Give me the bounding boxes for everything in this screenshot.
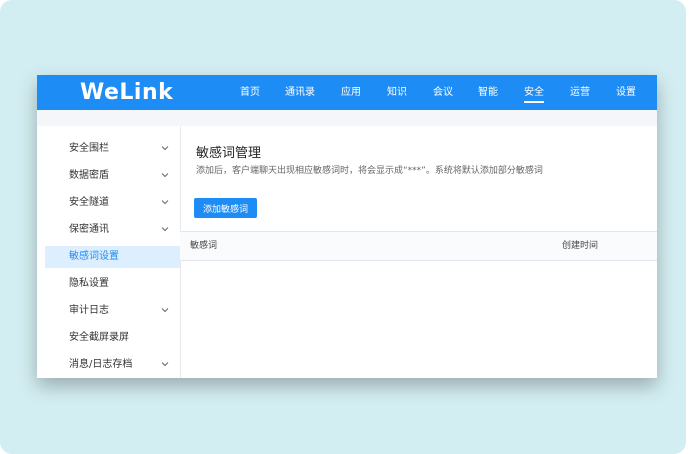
sidebar-item-label: 敏感词设置 [69, 251, 119, 262]
sidebar-item-audit-log[interactable]: 审计日志 [45, 300, 180, 322]
column-header-created-time[interactable]: 创建时间 [562, 232, 598, 260]
nav-item-home[interactable]: 首页 [240, 75, 260, 110]
chevron-down-icon [161, 227, 169, 232]
page-title: 敏感词管理 [196, 146, 262, 161]
sidebar-item-label: 安全围栏 [69, 143, 109, 154]
nav-item-contacts[interactable]: 通讯录 [285, 75, 315, 110]
add-sensitive-word-button[interactable]: 添加敏感词 [194, 198, 257, 218]
sidebar-item-label: 消息/日志存档 [69, 359, 133, 370]
sidebar-item-screen-capture[interactable]: 安全截屏录屏 [45, 327, 180, 349]
nav-item-apps[interactable]: 应用 [341, 75, 361, 110]
sidebar-item-label: 隐私设置 [69, 278, 109, 289]
nav-item-security[interactable]: 安全 [524, 75, 544, 110]
sidebar-item-label: 安全截屏录屏 [69, 332, 129, 343]
sidebar-item-secret-comm[interactable]: 保密通讯 [45, 219, 180, 241]
sidebar-item-label: 保密通讯 [69, 224, 109, 235]
sidebar-item-secure-tunnel[interactable]: 安全隧道 [45, 192, 180, 214]
sidebar-item-sensitive-words[interactable]: 敏感词设置 [45, 246, 180, 268]
chevron-down-icon [161, 146, 169, 151]
sidebar-item-label: 审计日志 [69, 305, 109, 316]
screenshot-frame: WeLink 首页 通讯录 应用 知识 会议 智能 安全 运营 设置 安全围栏 … [0, 0, 686, 454]
main-content: 敏感词管理 添加后，客户端聊天出现相应敏感词时，将会显示成“***”。系统将默认… [180, 126, 657, 378]
column-header-sensitive-word[interactable]: 敏感词 [190, 232, 217, 260]
nav-item-operations[interactable]: 运营 [570, 75, 590, 110]
nav-item-knowledge[interactable]: 知识 [387, 75, 407, 110]
page-description: 添加后，客户端聊天出现相应敏感词时，将会显示成“***”。系统将默认添加部分敏感… [196, 166, 543, 176]
table-body-empty [180, 260, 657, 378]
top-nav-bar: WeLink 首页 通讯录 应用 知识 会议 智能 安全 运营 设置 [37, 75, 657, 110]
sidebar-item-privacy[interactable]: 隐私设置 [45, 273, 180, 295]
sidebar-item-data-shield[interactable]: 数据密盾 [45, 165, 180, 187]
sidebar-item-message-archive[interactable]: 消息/日志存档 [45, 354, 180, 376]
nav-item-smart[interactable]: 智能 [478, 75, 498, 110]
sidebar-item-label: 安全隧道 [69, 197, 109, 208]
nav-item-settings[interactable]: 设置 [616, 75, 636, 110]
chevron-down-icon [161, 308, 169, 313]
nav-item-meetings[interactable]: 会议 [433, 75, 453, 110]
content-top-spacer [37, 110, 657, 126]
table-header: 敏感词 创建时间 [180, 231, 657, 261]
welink-logo[interactable]: WeLink [80, 78, 173, 108]
sidebar-item-security-fence[interactable]: 安全围栏 [45, 138, 180, 160]
chevron-down-icon [161, 200, 169, 205]
sidebar: 安全围栏 数据密盾 安全隧道 保密通讯 敏感词设置 隐私设置 审计日志 安全截屏… [37, 126, 181, 378]
chevron-down-icon [161, 173, 169, 178]
app-window: WeLink 首页 通讯录 应用 知识 会议 智能 安全 运营 设置 安全围栏 … [37, 75, 657, 378]
sidebar-item-label: 数据密盾 [69, 170, 109, 181]
chevron-down-icon [161, 362, 169, 367]
